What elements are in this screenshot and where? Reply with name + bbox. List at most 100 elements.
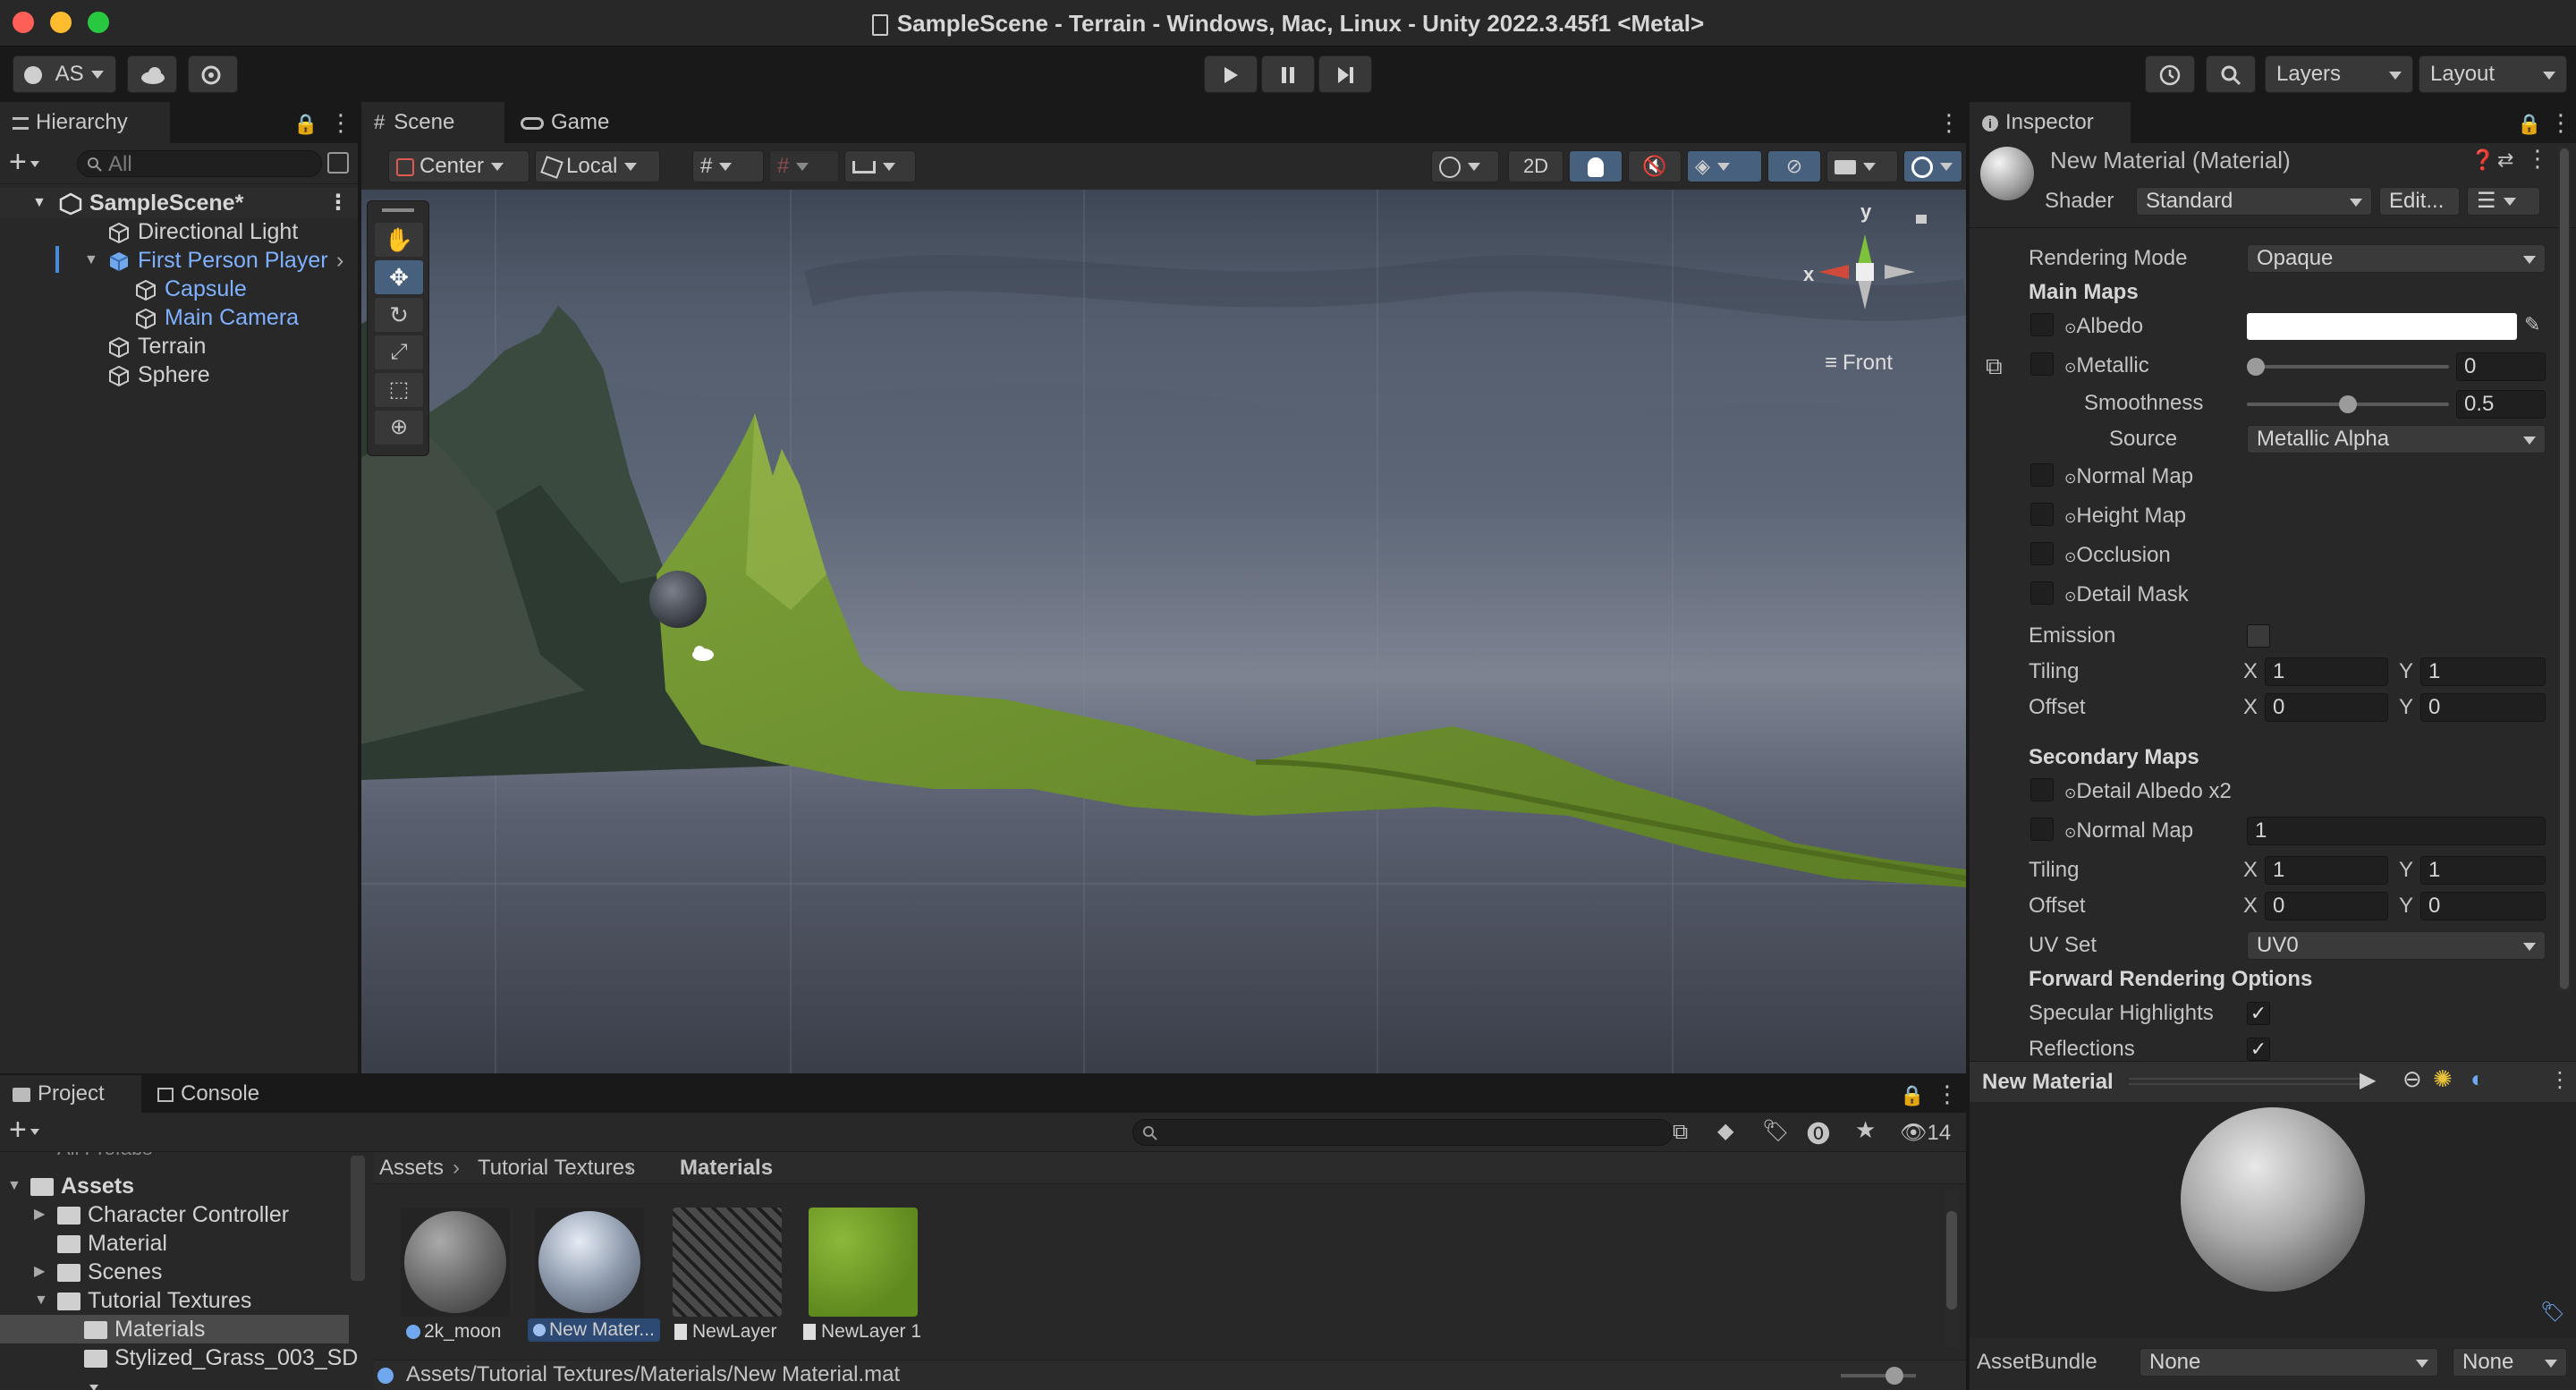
tree-item-directional-light[interactable]: Directional Light [107, 217, 298, 246]
gizmo-axis-y[interactable]: y [1860, 200, 1871, 224]
cloud-button[interactable] [127, 55, 177, 93]
normal-map-slot[interactable] [2030, 463, 2054, 487]
breadcrumb-assets[interactable]: Assets [379, 1154, 444, 1182]
tiling2-y-field[interactable]: 1 [2420, 856, 2546, 885]
detail-mask-slot[interactable] [2030, 581, 2054, 605]
tab-game[interactable]: Game [508, 102, 633, 143]
scrollbar-thumb[interactable] [1946, 1211, 1957, 1309]
effects-dropdown[interactable]: ◈ [1687, 150, 1762, 182]
search-by-type-icon[interactable]: ⧉ [1673, 1120, 1688, 1145]
help-icon[interactable]: ❓ [2470, 148, 2495, 172]
hand-tool-button[interactable]: ✋ [375, 223, 423, 257]
reflections-checkbox[interactable]: ✓ [2247, 1038, 2270, 1061]
more-menu-icon[interactable]: ⋮ [329, 109, 352, 137]
move-tool-button[interactable]: ✥ [375, 260, 423, 294]
gizmo-axis-x[interactable]: x [1803, 263, 1814, 286]
offset-x-field[interactable]: 0 [2265, 693, 2388, 722]
grid-snapping-button[interactable]: # [692, 150, 764, 182]
eyedropper-icon[interactable]: ✎ [2524, 313, 2540, 336]
tab-console[interactable]: Console [145, 1075, 288, 1113]
albedo-texture-slot[interactable] [2030, 313, 2054, 336]
filter-by-type-icon[interactable]: ◆ [1717, 1118, 1733, 1144]
shader-edit-button[interactable]: Edit... [2379, 187, 2460, 216]
shader-dropdown[interactable]: Standard [2136, 187, 2372, 216]
tag-icon[interactable]: 🏷 [2540, 1301, 2565, 1324]
tree-item-main-camera[interactable]: Main Camera [134, 303, 299, 332]
history-button[interactable] [2145, 55, 2195, 93]
tree-item-terrain[interactable]: Terrain [107, 332, 206, 360]
lock-icon[interactable]: 🔒 [293, 113, 318, 136]
metallic-slider-thumb[interactable] [2247, 358, 2265, 376]
view-label[interactable]: ≡ Front [1825, 351, 1893, 376]
more-menu-icon[interactable]: ⋮ [2549, 109, 2572, 137]
create-add-icon[interactable]: + [9, 1113, 39, 1148]
assetbundle-variant-dropdown[interactable]: None [2453, 1348, 2567, 1377]
drag-handle-icon[interactable] [382, 208, 414, 212]
light-preview-icon[interactable]: ✺ [2433, 1065, 2453, 1093]
lock-icon[interactable]: 🔒 [2517, 113, 2541, 136]
breadcrumb-tutorial-textures[interactable]: Tutorial Textures [478, 1154, 635, 1182]
scrollbar-thumb[interactable] [2560, 148, 2569, 989]
hierarchy-search-input[interactable]: All [77, 150, 322, 177]
space-dropdown[interactable]: Local [535, 150, 660, 182]
tree-item-samplescene[interactable]: ▼ SampleScene* ⋮ [32, 189, 349, 217]
ruler-snap-button[interactable] [844, 150, 916, 182]
chevron-right-icon[interactable]: › [336, 246, 343, 275]
search-button[interactable] [2206, 55, 2256, 93]
camera-dropdown[interactable] [1826, 150, 1898, 182]
albedo-color-field[interactable] [2247, 313, 2517, 340]
source-dropdown[interactable]: Metallic Alpha [2247, 425, 2546, 453]
scene-viewport[interactable]: y x ≡ Front ✋ ✥ ↻ ⤢ ⬚ ⊕ [361, 190, 1966, 1073]
rendering-mode-dropdown[interactable]: Opaque [2247, 244, 2546, 273]
inspector-scrollbar[interactable] [2558, 147, 2571, 993]
more-menu-icon[interactable]: ⋮ [1937, 109, 1961, 137]
tree-item-sphere[interactable]: Sphere [107, 360, 210, 389]
asset-thumb-newlayer-1[interactable] [809, 1208, 918, 1317]
folder-materials[interactable]: Materials [84, 1315, 205, 1343]
uv-set-dropdown[interactable]: UV0 [2247, 931, 2546, 960]
offset-y-field[interactable]: 0 [2420, 693, 2546, 722]
folder-tree-scrollbar[interactable] [351, 1156, 365, 1281]
asset-thumb-2k-moon[interactable] [401, 1208, 510, 1317]
tree-item-first-person-player[interactable]: ▼ First Person Player › [84, 246, 343, 275]
folder-material[interactable]: Material [57, 1229, 167, 1258]
folder-character-controller[interactable]: ▶ Character Controller [34, 1200, 289, 1229]
metallic-texture-slot[interactable] [2030, 352, 2054, 376]
audio-toggle[interactable]: 🔇 [1628, 150, 1682, 182]
rotate-tool-button[interactable]: ↻ [375, 298, 423, 332]
offset2-x-field[interactable]: 0 [2265, 892, 2388, 920]
increment-snap-button[interactable]: # [769, 150, 839, 182]
play-button[interactable] [1204, 55, 1258, 93]
assetbundle-dropdown[interactable]: None [2140, 1348, 2438, 1377]
preview-sphere-dropdown[interactable]: ◐ [2470, 1065, 2485, 1093]
more-menu-icon[interactable]: ⋮ [1936, 1081, 1959, 1108]
folder-all-prefabs[interactable]: All Prefabs [57, 1152, 152, 1163]
smoothness-value-field[interactable]: 0.5 [2456, 390, 2546, 419]
more-menu-icon[interactable]: ⋮ [2526, 145, 2549, 173]
filter-by-label-icon[interactable]: 🏷 [1762, 1118, 1789, 1144]
tab-project[interactable]: Project [0, 1075, 141, 1113]
scene-visibility-icon[interactable] [327, 152, 349, 174]
detail-albedo-slot[interactable] [2030, 778, 2054, 801]
rect-tool-button[interactable]: ⬚ [375, 373, 423, 407]
folder-stylized-grass[interactable]: Stylized_Grass_003_SD [84, 1343, 370, 1390]
add-icon[interactable]: + [9, 145, 39, 180]
more-menu-icon[interactable]: ⋮ [327, 189, 349, 217]
height-map-slot[interactable] [2030, 503, 2054, 526]
log-types-icon[interactable]: ⓿ [1807, 1116, 1830, 1149]
occlusion-slot[interactable] [2030, 542, 2054, 565]
offset2-y-field[interactable]: 0 [2420, 892, 2546, 920]
tab-inspector[interactable]: i Inspector [1970, 102, 2131, 143]
collab-button[interactable] [188, 55, 238, 93]
thumbnail-size-thumb[interactable] [1885, 1367, 1903, 1385]
normal-map2-scale-field[interactable]: 1 [2247, 817, 2546, 845]
breadcrumb-materials[interactable]: Materials [680, 1154, 773, 1182]
specular-highlights-checkbox[interactable]: ✓ [2247, 1002, 2270, 1025]
material-lock-icon[interactable]: ⧉ [1986, 352, 2003, 381]
tiling-y-field[interactable]: 1 [2420, 657, 2546, 686]
layout-dropdown[interactable]: Layout [2419, 55, 2567, 93]
mesh-sphere-icon[interactable]: ⊖ [2402, 1065, 2422, 1093]
tab-scene[interactable]: # Scene [361, 102, 504, 143]
preview-drag-handle[interactable] [2129, 1078, 2370, 1085]
shader-options-dropdown[interactable]: ☰ [2467, 187, 2540, 216]
